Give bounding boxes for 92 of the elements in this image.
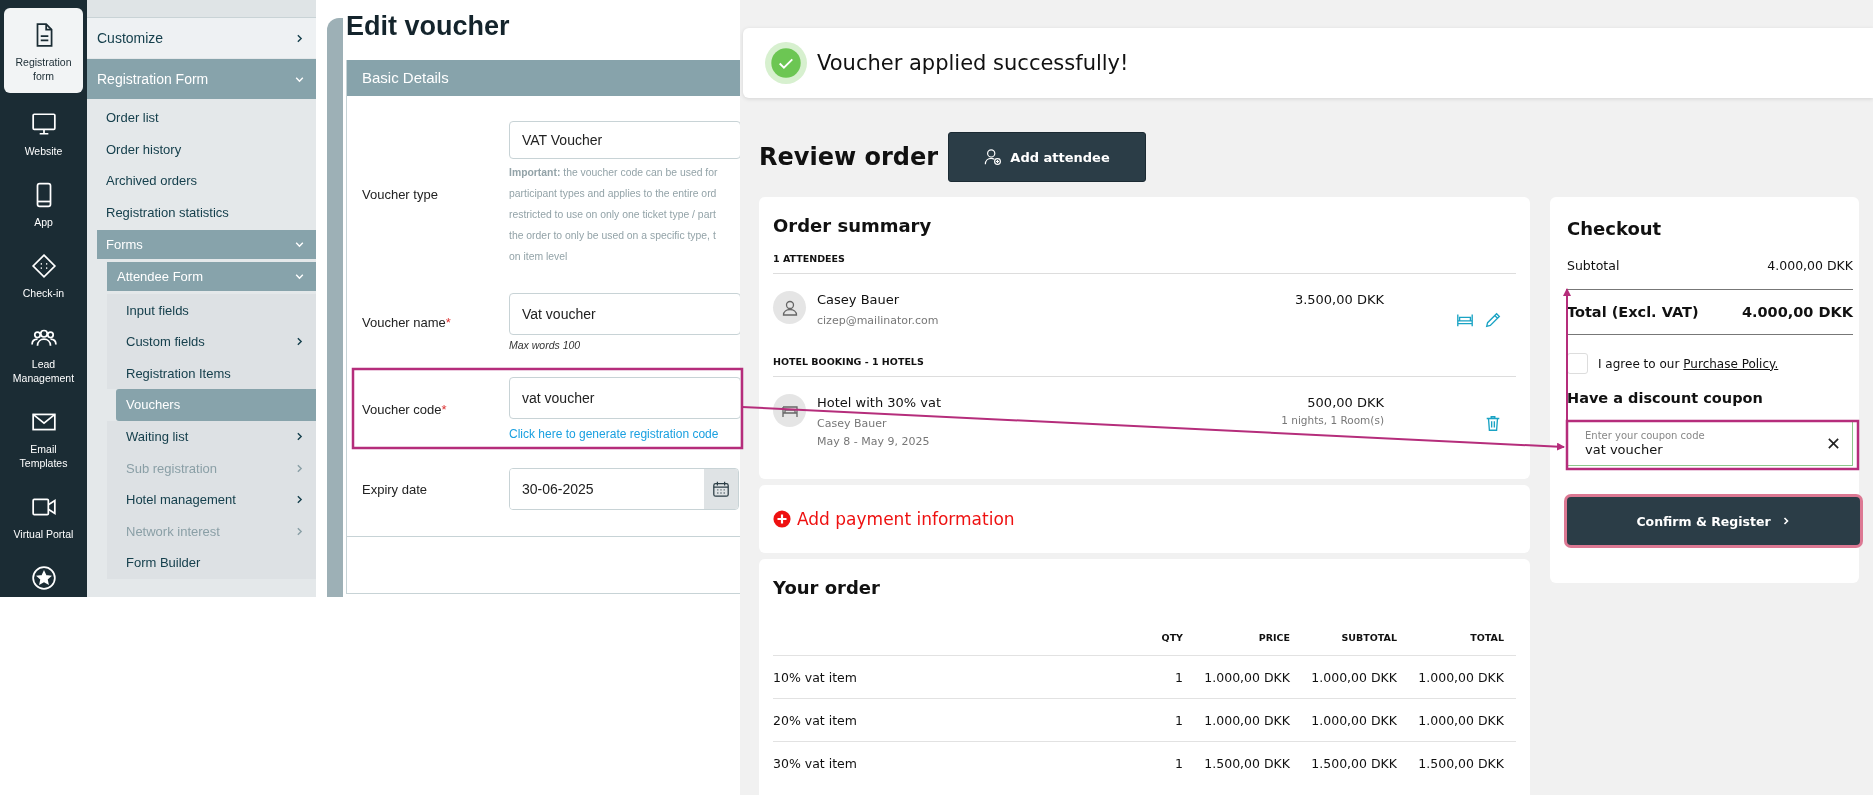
person-avatar: [773, 291, 806, 324]
clear-icon[interactable]: [1827, 436, 1840, 450]
subtotal-value: 4.000,00 DKK: [1767, 258, 1853, 273]
add-attendee-button[interactable]: Add attendee: [948, 132, 1147, 182]
plus-circle-icon: [773, 510, 791, 528]
sidebar-item[interactable]: Waiting list: [107, 420, 316, 453]
rail-item[interactable]: Virtual Portal: [4, 487, 83, 547]
table-cell-text: 30% vat item: [773, 755, 858, 771]
add-person-icon: [984, 148, 1003, 166]
toast-message: Voucher applied successfully!: [817, 51, 1129, 75]
page-title: Review order: [759, 143, 939, 171]
note-text: participant types and applies to the entire ord: [509, 187, 718, 201]
entry-detail: cizep@mailinator.com: [817, 313, 940, 329]
table-cell-text: 1.000,00 DKK: [1417, 712, 1505, 728]
table-cell-text: 1.500,00 DKK: [1417, 755, 1505, 771]
table-cell-text: 1: [1174, 669, 1184, 685]
entry-detail: Casey Bauer: [817, 416, 888, 432]
table-cell-text: 1: [1174, 712, 1184, 728]
sidebar-item[interactable]: Input fields: [107, 294, 316, 326]
ticket-icon: [30, 253, 57, 279]
column-header: PRICE: [1257, 631, 1291, 643]
coupon-heading: Have a discount coupon: [1567, 390, 1764, 406]
sidebar-item[interactable]: Hotel management: [107, 483, 316, 516]
section-heading: HOTEL BOOKING - 1 HOTELS: [773, 330, 1516, 377]
card-title: Your order: [773, 576, 881, 600]
section-header: Basic Details: [347, 60, 740, 96]
price-note: 1 nights, 1 Room(s): [1280, 413, 1384, 428]
entry-price: 3.500,00 DKK: [1293, 291, 1384, 309]
column-header: SUBTOTAL: [1340, 631, 1398, 643]
table-cell-text: 10% vat item: [773, 669, 858, 685]
table-cell-text: 20% vat item: [773, 712, 858, 728]
table-cell-text: 1.000,00 DKK: [1310, 669, 1398, 685]
field-label: Voucher type: [361, 186, 439, 202]
coupon-field[interactable]: Enter your coupon code vat voucher: [1567, 420, 1853, 466]
rail-item[interactable]: App: [4, 175, 83, 235]
sidebar-item[interactable]: Order history: [97, 133, 316, 166]
text-field[interactable]: vat voucher: [509, 377, 740, 419]
trash-icon[interactable]: [1484, 414, 1502, 432]
entry-price: 500,00 DKK: [1306, 394, 1384, 412]
card-title: Order summary: [773, 214, 933, 238]
agree-text: I agree to our: [1598, 356, 1680, 371]
text-field[interactable]: Vat voucher: [509, 293, 740, 335]
rail-item[interactable]: Registration form: [4, 8, 83, 93]
page-title: Edit voucher: [346, 10, 511, 43]
table-cell-text: 1.500,00 DKK: [1203, 755, 1291, 771]
column-header: QTY: [1160, 631, 1184, 643]
note-text: the order to only be used on a specific type, t: [509, 229, 717, 243]
rail-item[interactable]: Email Templates: [4, 402, 83, 476]
entry-name: Casey Bauer: [817, 291, 901, 309]
note-text: restricted to use on only one ticket type / part: [509, 208, 717, 222]
field-label: Voucher name*: [361, 314, 452, 330]
bed-avatar: [773, 394, 806, 427]
sidebar-item[interactable]: Registration Items: [107, 357, 316, 390]
edit-icon[interactable]: [1484, 311, 1502, 329]
purchase-policy-link[interactable]: Purchase Policy.: [1683, 356, 1779, 371]
note-text: Important: the voucher code can be used for: [509, 166, 719, 180]
card-title: Checkout: [1567, 217, 1663, 241]
total-value: 4.000,00 DKK: [1741, 304, 1853, 320]
hint-text: Max words 100: [509, 339, 582, 351]
rail-item[interactable]: Lead Management: [4, 317, 83, 391]
confirm-register-button[interactable]: Confirm & Register: [1567, 497, 1860, 545]
entry-detail: May 8 - May 9, 2025: [817, 434, 931, 450]
rail-item[interactable]: Website: [4, 104, 83, 164]
sidebar-item[interactable]: Order list: [97, 102, 316, 134]
table-cell-text: 1: [1174, 755, 1184, 771]
monitor-icon: [30, 111, 57, 137]
sidebar-item[interactable]: Archived orders: [97, 165, 316, 197]
rail-item[interactable]: Check-in: [4, 246, 83, 306]
total-label: Total (Excl. VAT): [1567, 304, 1699, 320]
add-payment-link[interactable]: Add payment information: [773, 509, 1015, 529]
column-header: TOTAL: [1469, 631, 1505, 643]
sidebar-item[interactable]: Registration statistics: [97, 196, 316, 229]
table-cell-text: 1.000,00 DKK: [1310, 712, 1398, 728]
table-cell-text: 1.500,00 DKK: [1310, 755, 1398, 771]
subtotal-label: Subtotal: [1567, 258, 1620, 273]
table-cell-text: 1.000,00 DKK: [1203, 712, 1291, 728]
field-label: Voucher code*: [361, 402, 448, 417]
field-label: Expiry date: [361, 481, 429, 497]
text-field[interactable]: VAT Voucher: [509, 121, 740, 159]
date-field[interactable]: 30-06-2025: [509, 468, 739, 510]
sidebar-item[interactable]: Custom fields: [107, 325, 316, 358]
table-cell-text: 1.000,00 DKK: [1203, 669, 1291, 685]
calendar-icon: [712, 480, 730, 498]
table-cell-text: 1.000,00 DKK: [1417, 669, 1505, 685]
check-circle-icon: [765, 42, 807, 84]
sidebar-item[interactable]: Customize: [87, 18, 316, 58]
calendar-button[interactable]: [704, 469, 738, 509]
section-heading: 1 ATTENDEES: [773, 241, 1516, 274]
entry-name: Hotel with 30% vat: [817, 394, 943, 412]
agree-checkbox[interactable]: [1567, 353, 1588, 374]
note-text: on item level: [509, 250, 569, 264]
sidebar-item[interactable]: Form Builder: [107, 547, 316, 579]
